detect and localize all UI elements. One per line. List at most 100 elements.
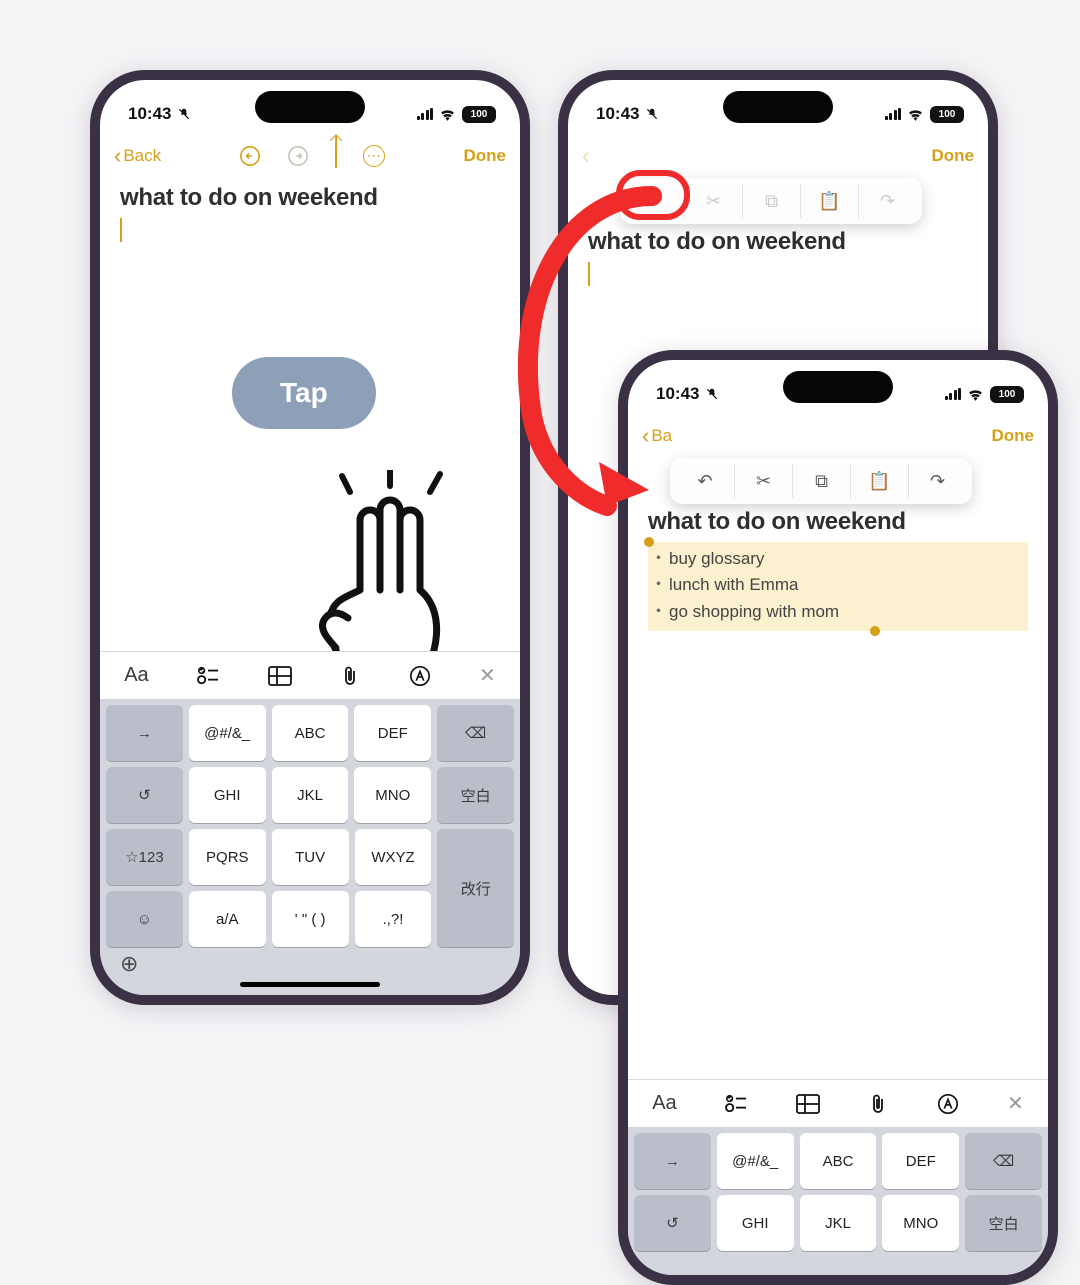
menu-copy[interactable]: ⧉	[792, 464, 850, 498]
close-keyboard-button[interactable]: ✕	[479, 663, 496, 688]
key-undo[interactable]: ↺	[106, 767, 183, 823]
text-cursor	[588, 262, 590, 286]
back-button[interactable]: ‹ Back	[114, 143, 161, 169]
text-cursor	[120, 218, 122, 242]
list-item: buy glossary	[650, 546, 1022, 572]
key-return[interactable]: 改行	[437, 829, 514, 947]
key-delete[interactable]: ⌫	[437, 705, 514, 761]
keyboard: → @#/&_ ABC DEF ⌫ ↺ GHI JKL MNO 空白 ☆123 …	[100, 699, 520, 995]
key-space[interactable]: 空白	[965, 1195, 1042, 1251]
key-emoji[interactable]: ☺	[106, 891, 183, 947]
menu-redo[interactable]: ↷	[858, 184, 916, 218]
done-button[interactable]: Done	[992, 426, 1035, 446]
highlight-circle	[616, 170, 690, 220]
key-tuv[interactable]: TUV	[272, 829, 349, 885]
list-item: go shopping with mom	[650, 599, 1022, 625]
key-mno[interactable]: MNO	[882, 1195, 959, 1251]
cell-signal-icon	[945, 388, 962, 400]
checklist-button[interactable]	[197, 666, 219, 686]
menu-copy[interactable]: ⧉	[742, 184, 800, 218]
key-abc[interactable]: ABC	[800, 1133, 877, 1189]
selection-handle-start[interactable]	[644, 537, 654, 547]
key-sym1[interactable]: @#/&_	[189, 705, 266, 761]
markup-button[interactable]	[937, 1093, 959, 1115]
back-button[interactable]: ‹	[582, 143, 589, 169]
key-case[interactable]: a/A	[189, 891, 266, 947]
attachment-button[interactable]	[868, 1093, 888, 1115]
selection-handle-end[interactable]	[870, 626, 880, 636]
back-button[interactable]: ‹ Ba	[642, 423, 672, 449]
mute-icon	[705, 387, 719, 401]
key-symnum[interactable]: ☆123	[106, 829, 183, 885]
checklist-button[interactable]	[725, 1094, 747, 1114]
text-style-button[interactable]: Aa	[652, 1092, 676, 1115]
battery-badge: 100	[930, 106, 964, 123]
key-tab[interactable]: →	[106, 705, 183, 761]
undo-icon[interactable]	[239, 145, 261, 167]
close-keyboard-button[interactable]: ✕	[1007, 1091, 1024, 1116]
key-abc[interactable]: ABC	[272, 705, 349, 761]
menu-paste[interactable]: 📋	[800, 184, 858, 218]
chevron-left-icon: ‹	[582, 143, 589, 169]
back-label: Back	[123, 146, 161, 166]
mute-icon	[177, 107, 191, 121]
phone-step-1: 10:43 100 ‹ Back ⋯ Done	[90, 70, 530, 1005]
key-def[interactable]: DEF	[882, 1133, 959, 1189]
note-title: what to do on weekend	[120, 184, 500, 212]
key-jkl[interactable]: JKL	[272, 767, 349, 823]
globe-icon[interactable]: ⊕	[120, 951, 138, 976]
battery-badge: 100	[990, 386, 1024, 403]
key-mno[interactable]: MNO	[354, 767, 431, 823]
done-button[interactable]: Done	[932, 146, 975, 166]
attachment-button[interactable]	[340, 665, 360, 687]
key-jkl[interactable]: JKL	[800, 1195, 877, 1251]
redo-icon[interactable]	[287, 145, 309, 167]
status-time: 10:43	[128, 104, 171, 124]
dynamic-island	[783, 371, 893, 403]
status-time: 10:43	[656, 384, 699, 404]
key-pqrs[interactable]: PQRS	[189, 829, 266, 885]
battery-badge: 100	[462, 106, 496, 123]
menu-cut[interactable]: ✂	[684, 184, 742, 218]
chevron-left-icon: ‹	[114, 143, 121, 169]
note-body[interactable]: what to do on weekend	[100, 178, 520, 248]
text-style-button[interactable]: Aa	[124, 664, 148, 687]
note-body[interactable]: what to do on weekend	[568, 222, 988, 292]
table-button[interactable]	[268, 666, 292, 686]
markup-button[interactable]	[409, 665, 431, 687]
cell-signal-icon	[417, 108, 434, 120]
done-button[interactable]: Done	[464, 146, 507, 166]
menu-cut[interactable]: ✂	[734, 464, 792, 498]
wifi-icon	[967, 388, 984, 401]
key-undo[interactable]: ↺	[634, 1195, 711, 1251]
more-icon[interactable]: ⋯	[363, 145, 385, 167]
menu-paste[interactable]: 📋	[850, 464, 908, 498]
key-wxyz[interactable]: WXYZ	[355, 829, 432, 885]
key-ghi[interactable]: GHI	[189, 767, 266, 823]
tap-callout: Tap	[232, 357, 376, 429]
table-button[interactable]	[796, 1094, 820, 1114]
share-icon[interactable]	[335, 145, 337, 168]
mute-icon	[645, 107, 659, 121]
selected-text[interactable]: buy glossary lunch with Emma go shopping…	[648, 542, 1028, 631]
note-title: what to do on weekend	[588, 228, 968, 256]
wifi-icon	[907, 108, 924, 121]
nav-bar: ‹ Ba Done	[628, 414, 1048, 458]
dynamic-island	[723, 91, 833, 123]
note-body[interactable]: what to do on weekend buy glossary lunch…	[628, 502, 1048, 637]
menu-undo[interactable]: ↶	[676, 464, 734, 498]
key-punct[interactable]: .,?!	[355, 891, 432, 947]
key-delete[interactable]: ⌫	[965, 1133, 1042, 1189]
key-ghi[interactable]: GHI	[717, 1195, 794, 1251]
edit-menu: ↶ ✂ ⧉ 📋 ↷	[670, 458, 972, 504]
key-space[interactable]: 空白	[437, 767, 514, 823]
wifi-icon	[439, 108, 456, 121]
dynamic-island	[255, 91, 365, 123]
key-tab[interactable]: →	[634, 1133, 711, 1189]
menu-redo[interactable]: ↷	[908, 464, 966, 498]
key-sym1[interactable]: @#/&_	[717, 1133, 794, 1189]
key-quotes[interactable]: ' " ( )	[272, 891, 349, 947]
home-indicator	[240, 982, 380, 987]
format-toolbar: Aa ✕	[100, 651, 520, 699]
key-def[interactable]: DEF	[354, 705, 431, 761]
